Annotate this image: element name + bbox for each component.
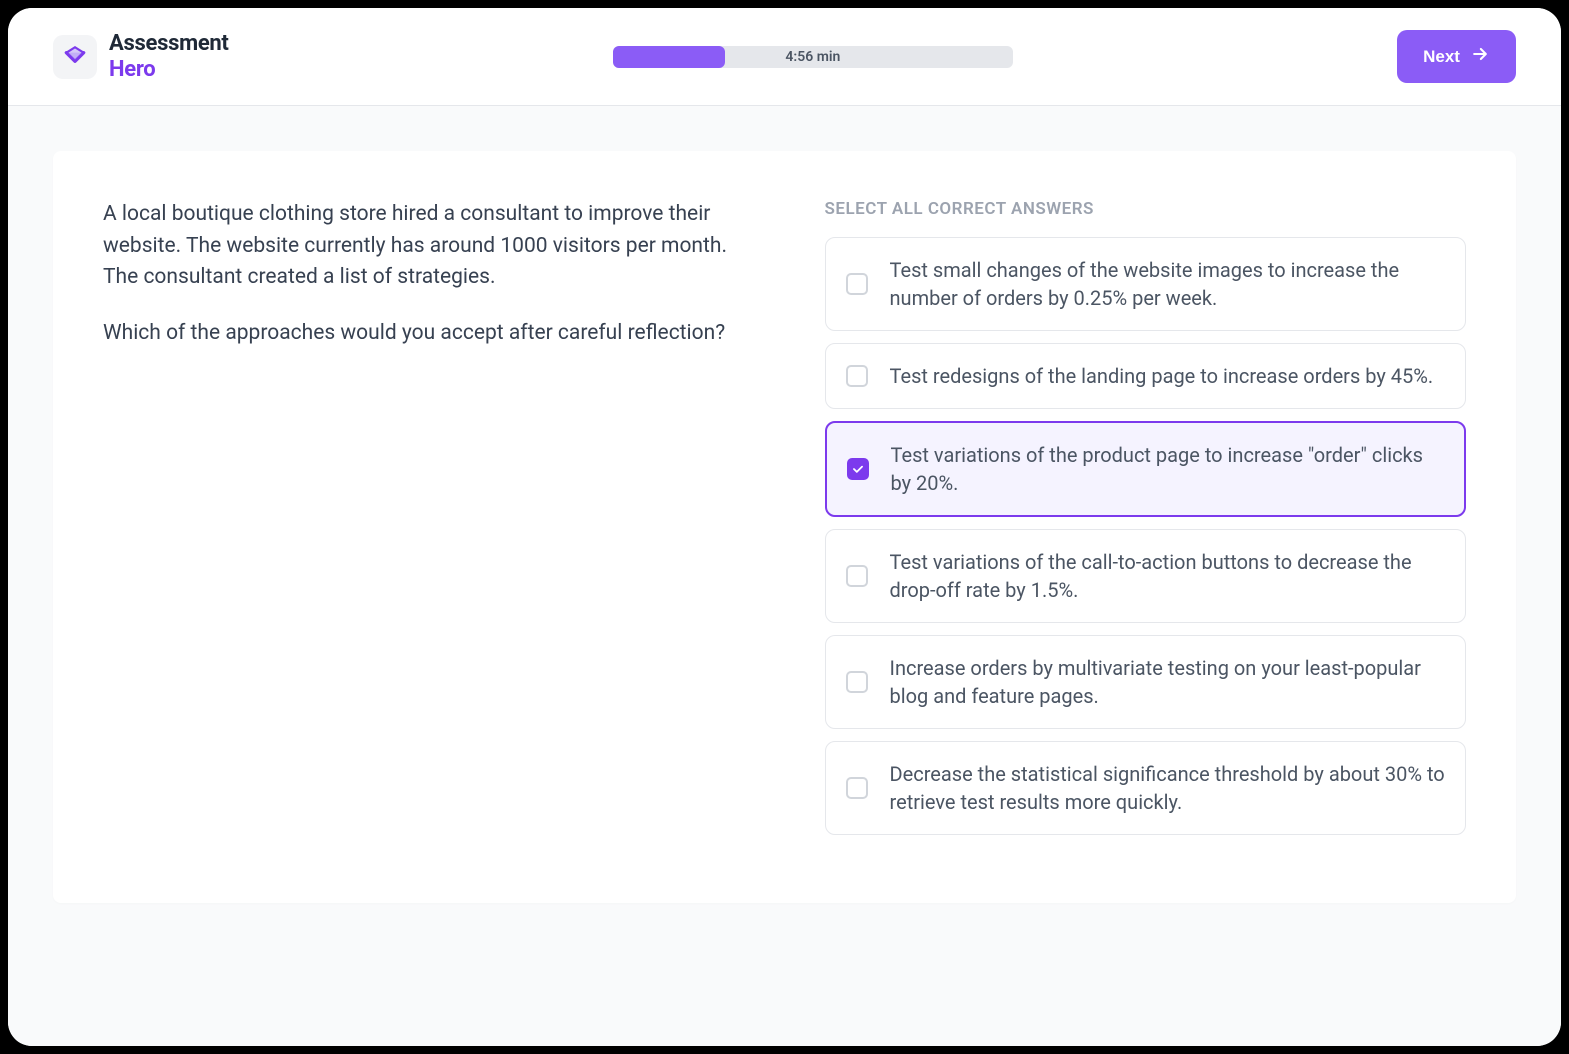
answer-text: Test small changes of the website images… <box>890 256 1446 312</box>
checkbox-icon <box>846 671 868 693</box>
brand-logo: Assessment Hero <box>53 31 229 82</box>
checkbox-icon <box>846 365 868 387</box>
next-button[interactable]: Next <box>1397 30 1516 83</box>
progress-timer: 4:56 min <box>613 46 1013 68</box>
next-button-label: Next <box>1423 47 1460 67</box>
checkbox-icon <box>846 565 868 587</box>
timer-text: 4:56 min <box>613 49 1013 65</box>
answer-text: Decrease the statistical significance th… <box>890 760 1446 816</box>
question-paragraph-1: A local boutique clothing store hired a … <box>103 199 745 294</box>
answer-text: Test redesigns of the landing page to in… <box>890 362 1434 390</box>
answer-option-1[interactable]: Test redesigns of the landing page to in… <box>825 343 1467 409</box>
answers-heading: SELECT ALL CORRECT ANSWERS <box>825 199 1467 219</box>
logo-text: Assessment Hero <box>109 31 229 82</box>
checkbox-icon <box>846 777 868 799</box>
app-window: Assessment Hero 4:56 min Next A local bo… <box>8 8 1561 1046</box>
answers-list: Test small changes of the website images… <box>825 237 1467 847</box>
arrow-right-icon <box>1470 44 1490 69</box>
answers-column: SELECT ALL CORRECT ANSWERS Test small ch… <box>825 199 1467 847</box>
answer-text: Test variations of the product page to i… <box>891 441 1445 497</box>
question-paragraph-2: Which of the approaches would you accept… <box>103 318 745 350</box>
header-bar: Assessment Hero 4:56 min Next <box>8 8 1561 106</box>
answer-option-4[interactable]: Increase orders by multivariate testing … <box>825 635 1467 729</box>
checkbox-icon <box>846 273 868 295</box>
logo-text-line2: Hero <box>109 57 229 82</box>
checkbox-icon <box>847 458 869 480</box>
question-card: A local boutique clothing store hired a … <box>53 151 1516 903</box>
answer-text: Increase orders by multivariate testing … <box>890 654 1446 710</box>
answer-text: Test variations of the call-to-action bu… <box>890 548 1446 604</box>
logo-icon <box>53 35 97 79</box>
answer-option-0[interactable]: Test small changes of the website images… <box>825 237 1467 331</box>
logo-text-line1: Assessment <box>109 31 229 56</box>
answer-option-2[interactable]: Test variations of the product page to i… <box>825 421 1467 517</box>
main-content: A local boutique clothing store hired a … <box>8 106 1561 1046</box>
progress-bar: 4:56 min <box>613 46 1013 68</box>
question-text-column: A local boutique clothing store hired a … <box>103 199 745 847</box>
answer-option-5[interactable]: Decrease the statistical significance th… <box>825 741 1467 835</box>
answer-option-3[interactable]: Test variations of the call-to-action bu… <box>825 529 1467 623</box>
